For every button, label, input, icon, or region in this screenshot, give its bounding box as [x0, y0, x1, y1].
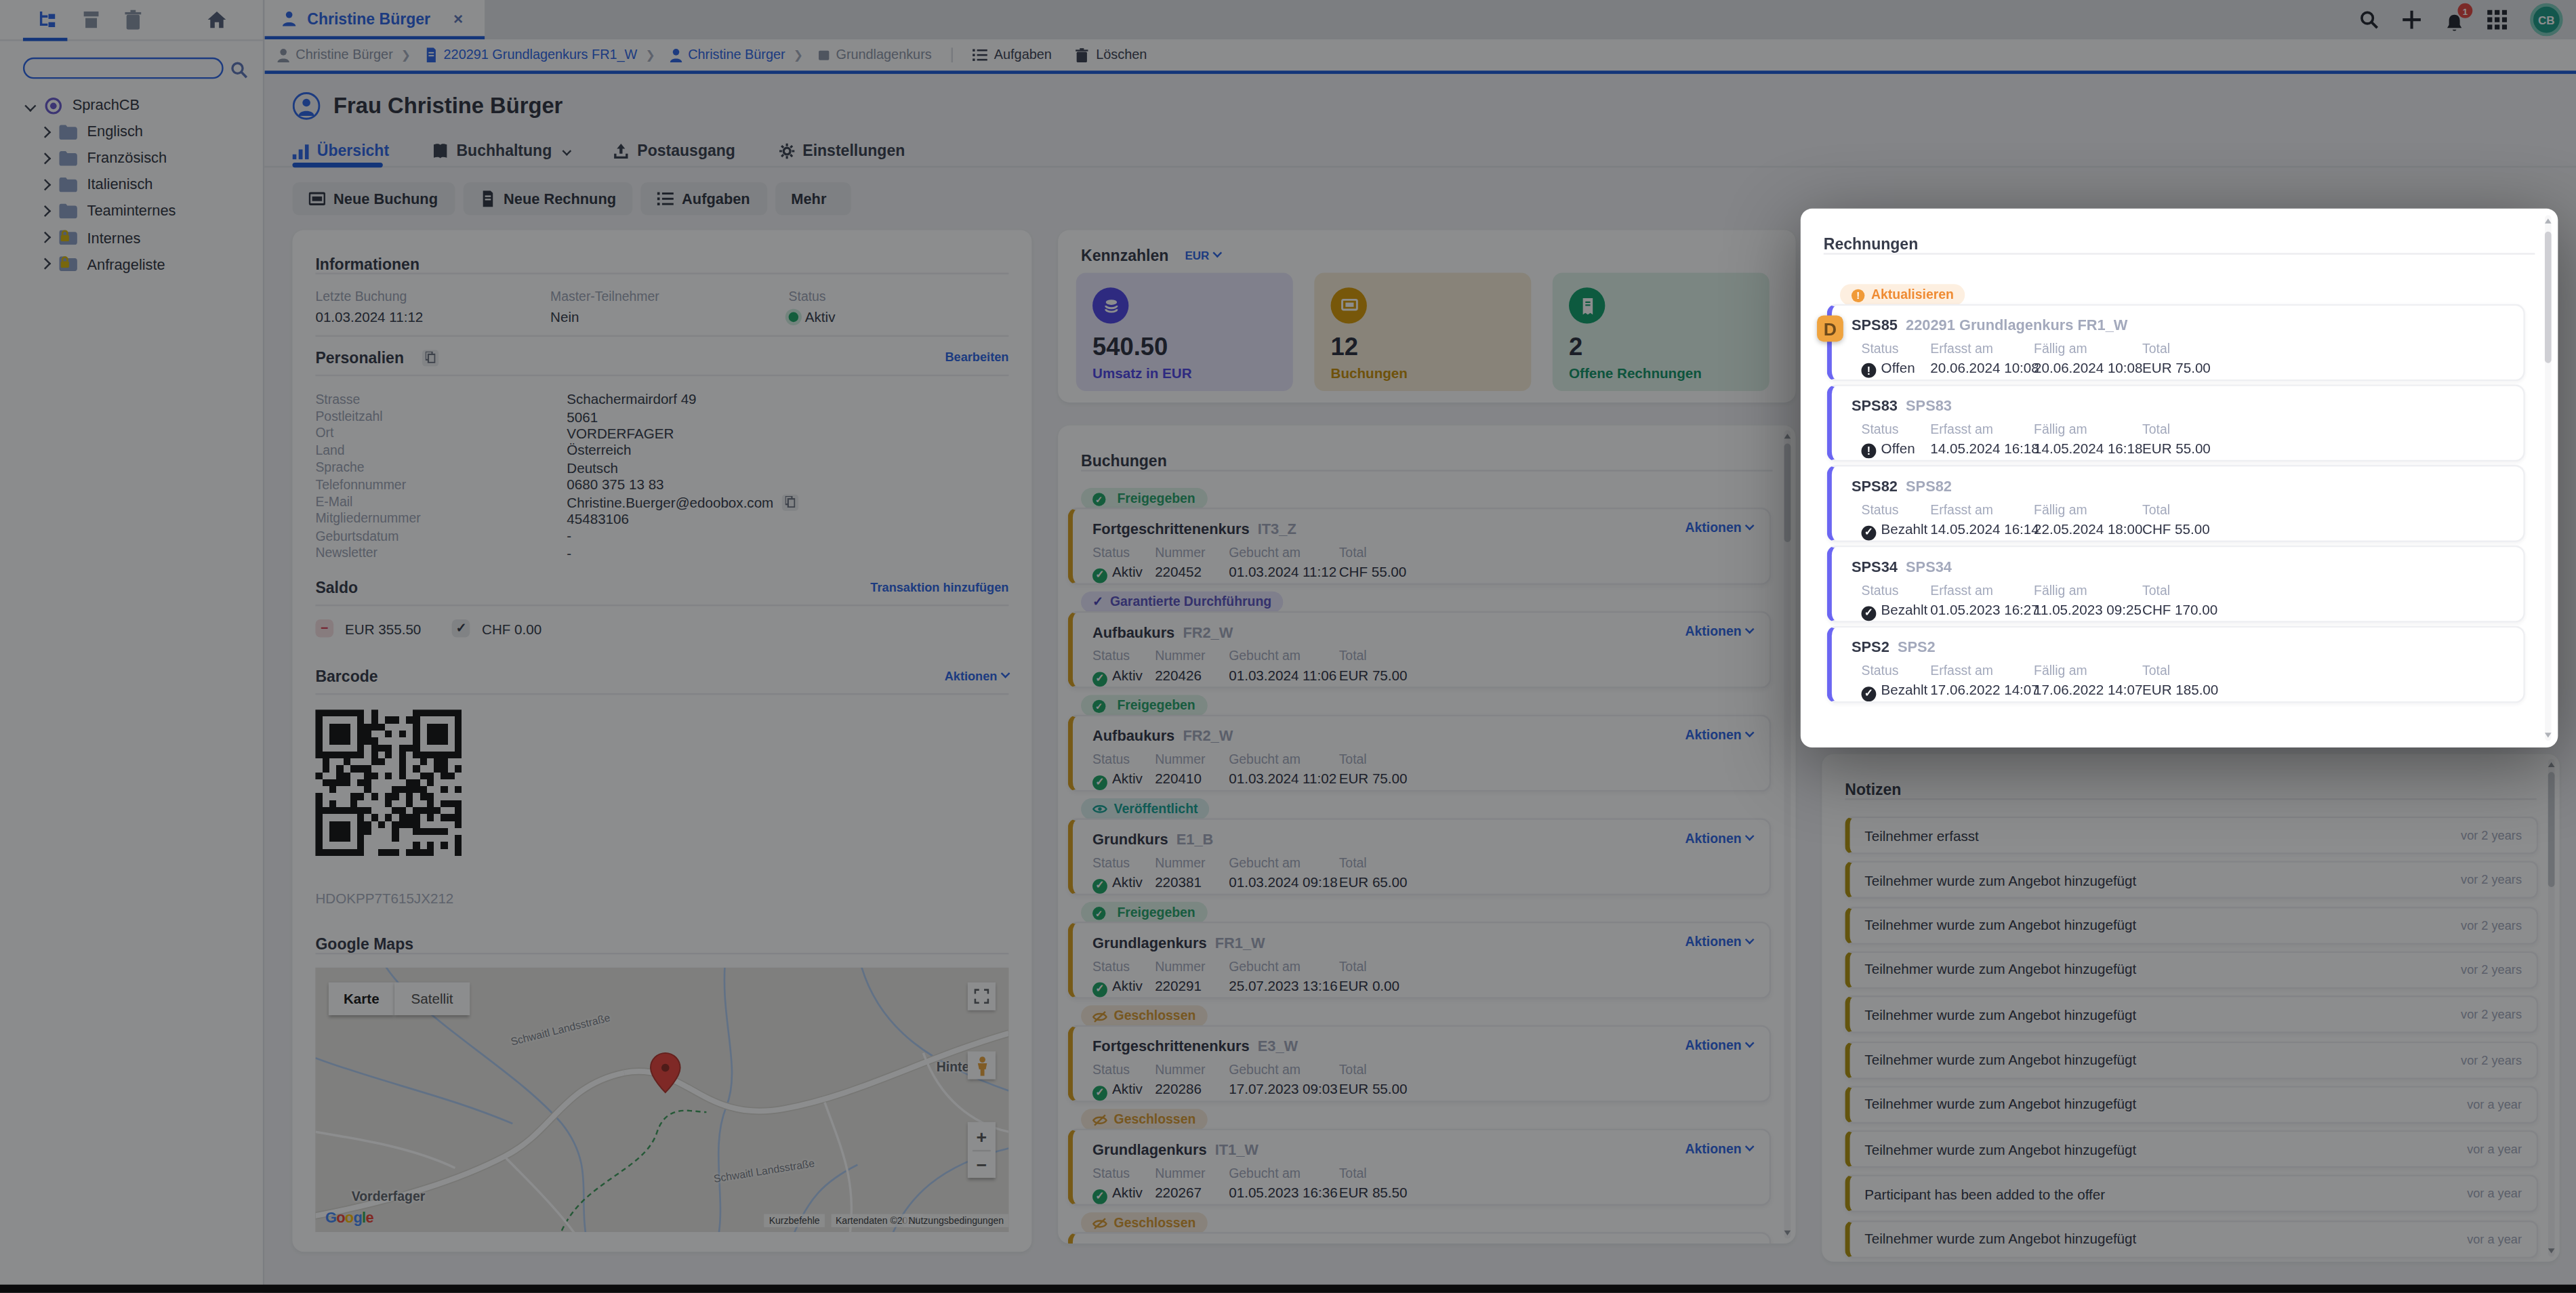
column-header: Fällig am [2034, 503, 2087, 518]
update-pill-label: Aktualisieren [1871, 287, 1954, 302]
column-header: Erfasst am [1930, 503, 1993, 518]
erfasst-value: 14.05.2024 16:14 [1930, 520, 2039, 537]
invoice-title: SPS34 [1852, 558, 1898, 575]
rechnung-card[interactable]: SPS34 SPS34 Status Erfasst am Fällig am T… [1827, 546, 2525, 623]
status-value: !Offen [1862, 360, 1915, 378]
status-value: !Offen [1862, 440, 1915, 459]
erfasst-value: 17.06.2022 14:07 [1930, 682, 2039, 698]
invoice-title: SPS2 [1852, 639, 1889, 655]
rechnung-card[interactable]: SPS85220291 Grundlagenkurs FR1_W Status … [1827, 304, 2525, 381]
rechnung-card[interactable]: SPS82 SPS82 Status Erfasst am Fällig am T… [1827, 465, 2525, 542]
status-icon: ✓ [1862, 686, 1877, 701]
faellig-value: 22.05.2024 18:00 [2034, 520, 2142, 537]
column-header: Erfasst am [1930, 663, 1993, 678]
status-icon: ✓ [1862, 605, 1877, 620]
column-header: Fällig am [2034, 583, 2087, 598]
column-header: Total [2142, 503, 2170, 518]
column-header: Erfasst am [1930, 342, 1993, 356]
rechnung-card[interactable]: SPS2 SPS2 Status Erfasst am Fällig am Tot… [1827, 626, 2525, 703]
column-header: Erfasst am [1930, 583, 1993, 598]
erfasst-value: 20.06.2024 10:08 [1930, 360, 2039, 376]
column-header: Status [1862, 342, 1899, 356]
scrollbar[interactable] [2545, 216, 2552, 741]
column-header: Status [1862, 663, 1899, 678]
column-header: Status [1862, 503, 1899, 518]
status-value: ✓Bezahlt [1862, 601, 1928, 620]
invoice-title: SPS82 [1852, 478, 1898, 494]
column-header: Status [1862, 583, 1899, 598]
column-header: Fällig am [2034, 422, 2087, 437]
popup-title: Rechnungen [1824, 235, 1918, 253]
drag-ghost: D [1817, 315, 1843, 342]
total-value: EUR 55.00 [2142, 440, 2211, 457]
total-value: CHF 55.00 [2142, 520, 2210, 537]
rechnungen-popup: Rechnungen D !Aktualisieren SPS85220291 … [1801, 209, 2558, 747]
column-header: Status [1862, 422, 1899, 437]
invoice-code: SPS82 [1906, 478, 1952, 494]
faellig-value: 11.05.2023 09:25 [2034, 601, 2142, 617]
invoice-code: SPS34 [1906, 558, 1952, 575]
column-header: Erfasst am [1930, 422, 1993, 437]
faellig-value: 14.05.2024 16:18 [2034, 440, 2142, 457]
invoice-code: SPS83 [1906, 398, 1952, 414]
invoice-title: SPS83 [1852, 398, 1898, 414]
column-header: Total [2142, 342, 2170, 356]
total-value: EUR 185.00 [2142, 682, 2218, 698]
invoice-code: SPS2 [1898, 639, 1936, 655]
faellig-value: 20.06.2024 10:08 [2034, 360, 2142, 376]
status-icon: ! [1862, 444, 1877, 459]
invoice-code: 220291 Grundlagenkurs FR1_W [1906, 317, 2127, 333]
erfasst-value: 01.05.2023 16:27 [1930, 601, 2039, 617]
faellig-value: 17.06.2022 14:07 [2034, 682, 2142, 698]
column-header: Total [2142, 583, 2170, 598]
column-header: Fällig am [2034, 342, 2087, 356]
status-value: ✓Bezahlt [1862, 520, 1928, 539]
window-bottom-edge [0, 1284, 2576, 1292]
status-value: ✓Bezahlt [1862, 682, 1928, 701]
invoice-title: SPS85 [1852, 317, 1898, 333]
column-header: Total [2142, 422, 2170, 437]
application-window: Christine Bürger × 1 CB ❯ Christine Bürg… [0, 0, 2576, 1293]
status-icon: ✓ [1862, 525, 1877, 540]
column-header: Fällig am [2034, 663, 2087, 678]
rechnung-card[interactable]: SPS83 SPS83 Status Erfasst am Fällig am T… [1827, 384, 2525, 461]
erfasst-value: 14.05.2024 16:18 [1930, 440, 2039, 457]
status-icon: ! [1862, 363, 1877, 378]
total-value: CHF 170.00 [2142, 601, 2217, 617]
column-header: Total [2142, 663, 2170, 678]
total-value: EUR 75.00 [2142, 360, 2211, 376]
update-pill: !Aktualisieren [1840, 284, 1965, 306]
